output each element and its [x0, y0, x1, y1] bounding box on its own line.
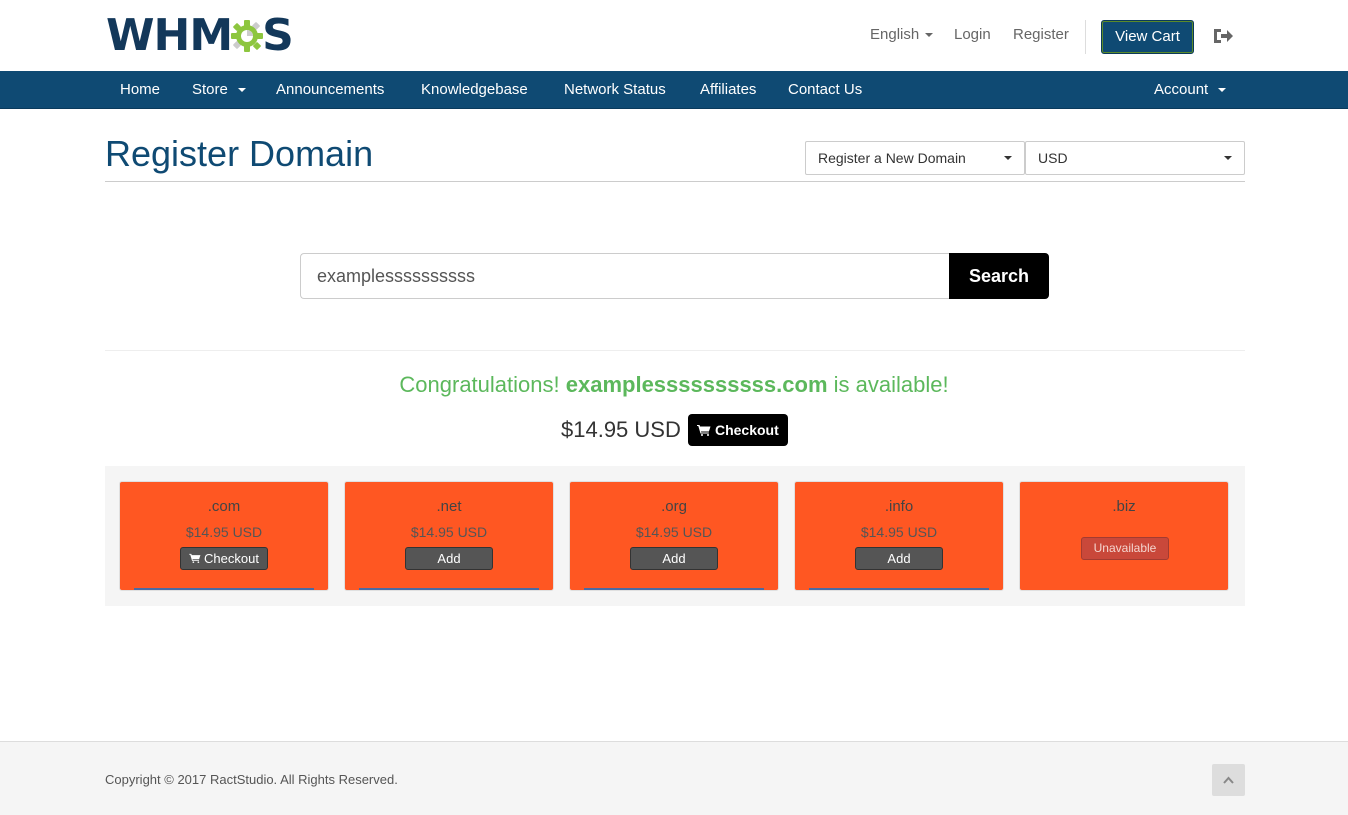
nav-store-label: Store: [192, 81, 228, 98]
currency-value: USD: [1038, 150, 1068, 166]
tld-name: .com: [207, 498, 241, 515]
register-link[interactable]: Register: [1013, 26, 1069, 43]
domain-action-value: Register a New Domain: [818, 150, 966, 166]
nav-store[interactable]: Store: [192, 71, 246, 109]
login-link[interactable]: Login: [954, 26, 991, 43]
caret-down-icon: [237, 88, 246, 93]
checkout-label: Checkout: [714, 422, 779, 438]
copyright-text: Copyright © 2017 RactStudio. All Rights …: [105, 772, 398, 787]
divider: [105, 181, 1245, 182]
nav-home[interactable]: Home: [120, 71, 160, 109]
tld-card-com: .com $14.95 USD Checkout: [119, 481, 329, 591]
tld-price: $14.95 USD: [410, 524, 488, 540]
nav-account-label: Account: [1154, 81, 1209, 98]
main-navbar: Home Store Announcements Knowledgebase N…: [0, 71, 1348, 109]
card-bottom-bar: [584, 588, 764, 590]
divider: [1085, 20, 1086, 54]
chevron-up-icon: [1223, 776, 1234, 784]
tld-card-org: .org $14.95 USD Add: [569, 481, 779, 591]
logo-text-right: S: [262, 10, 294, 61]
card-bottom-bar: [359, 588, 539, 590]
tld-name: .info: [884, 498, 914, 515]
domain-price: $14.95 USD: [561, 417, 681, 442]
card-bottom-bar: [134, 588, 314, 590]
tld-price: $14.95 USD: [860, 524, 938, 540]
tld-card-info: .info $14.95 USD Add: [794, 481, 1004, 591]
tld-name: .net: [436, 498, 462, 515]
nav-knowledgebase[interactable]: Knowledgebase: [421, 71, 528, 109]
logo-text-left: WHM: [106, 10, 233, 61]
caret-down-icon: [925, 33, 934, 38]
language-label: English: [870, 26, 920, 43]
tld-card-biz: .biz Unavailable: [1019, 481, 1229, 591]
domain-action-select[interactable]: Register a New Domain: [805, 141, 1025, 175]
divider: [105, 350, 1245, 351]
sign-out-icon[interactable]: [1212, 26, 1234, 46]
footer: Copyright © 2017 RactStudio. All Rights …: [0, 741, 1348, 815]
view-cart-button[interactable]: View Cart: [1101, 20, 1194, 54]
caret-down-icon: [1004, 156, 1012, 160]
tld-add-button[interactable]: Add: [855, 547, 943, 570]
tld-add-button[interactable]: Add: [405, 547, 493, 570]
tld-suggestions: .com $14.95 USD Checkout .net $14.95 USD…: [105, 466, 1245, 606]
checkout-button[interactable]: Checkout: [687, 414, 788, 446]
nav-contact-us[interactable]: Contact Us: [788, 71, 862, 109]
domain-search-input[interactable]: examplessssssssss: [300, 253, 950, 299]
search-button[interactable]: Search: [949, 253, 1049, 299]
currency-select[interactable]: USD: [1025, 141, 1245, 175]
tld-price: $14.95 USD: [185, 524, 263, 540]
tld-add-button[interactable]: Add: [630, 547, 718, 570]
header: WHM S English Login Register View Cart: [0, 0, 1348, 71]
tld-card-net: .net $14.95 USD Add: [344, 481, 554, 591]
language-dropdown[interactable]: English: [870, 26, 934, 43]
availability-message: Congratulations! examplessssssssss.com i…: [0, 372, 1348, 398]
nav-network-status[interactable]: Network Status: [564, 71, 666, 109]
page-title: Register Domain: [105, 133, 374, 174]
tld-checkout-button[interactable]: Checkout: [180, 547, 268, 570]
congrats-prefix: Congratulations!: [399, 372, 560, 397]
domain-price-row: $14.95 USD Checkout: [561, 414, 788, 446]
tld-name: .biz: [1112, 498, 1136, 515]
congrats-suffix: is available!: [833, 372, 949, 397]
tld-name: .org: [661, 498, 687, 515]
gear-icon: [231, 20, 264, 52]
nav-account[interactable]: Account: [1154, 71, 1227, 109]
logo[interactable]: WHM S: [106, 12, 298, 60]
shopping-cart-icon: [696, 425, 711, 436]
card-bottom-bar: [809, 588, 989, 590]
tld-price: $14.95 USD: [635, 524, 713, 540]
nav-affiliates[interactable]: Affiliates: [700, 71, 756, 109]
unavailable-badge: Unavailable: [1081, 537, 1169, 560]
back-to-top-button[interactable]: [1212, 764, 1245, 796]
available-domain: examplessssssssss.com: [565, 372, 828, 397]
caret-down-icon: [1218, 88, 1227, 93]
shopping-cart-icon: [189, 553, 201, 563]
tld-button-label: Checkout: [204, 551, 259, 566]
nav-announcements[interactable]: Announcements: [276, 71, 384, 109]
caret-down-icon: [1224, 156, 1232, 160]
